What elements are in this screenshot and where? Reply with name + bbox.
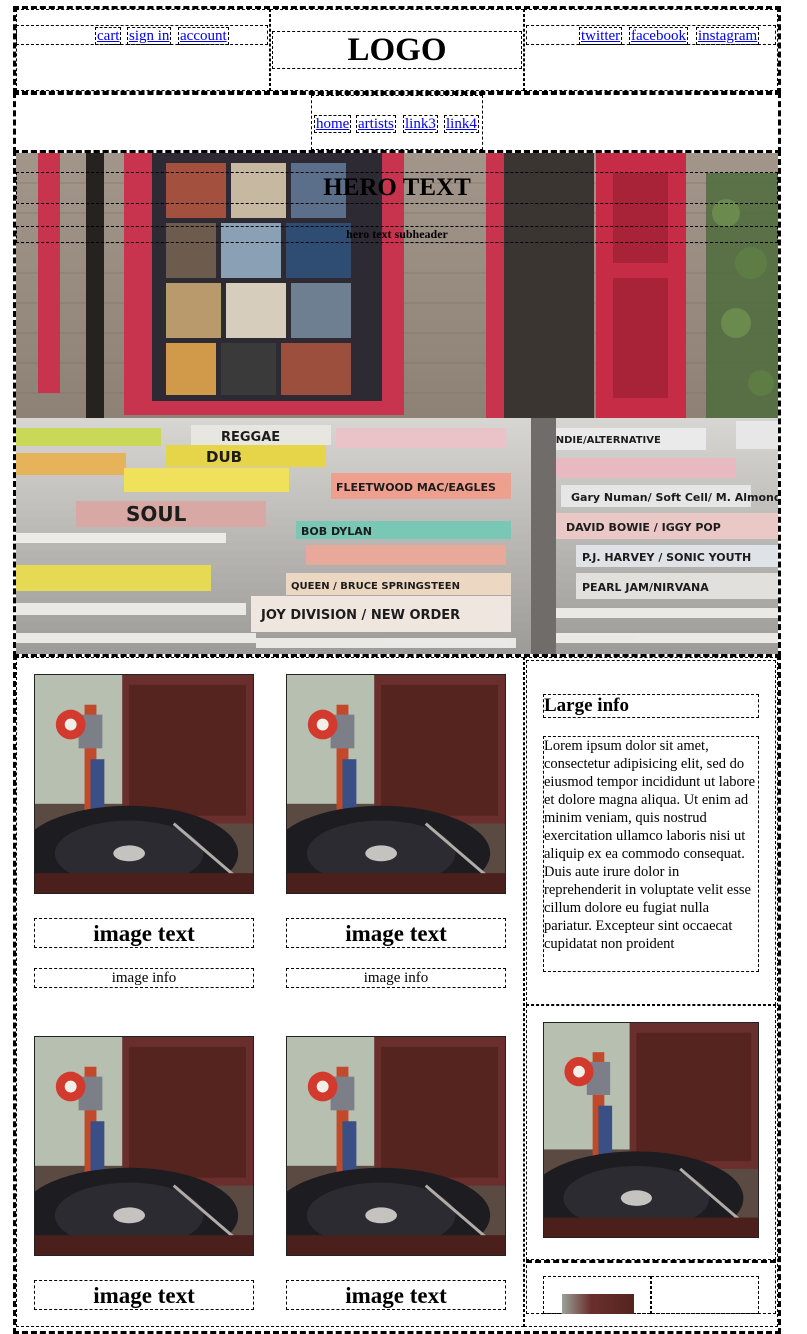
twitter-link[interactable]: twitter [579, 27, 623, 45]
large-info-body: Lorem ipsum dolor sit amet, consectetur … [543, 736, 759, 972]
turntable-photo [544, 1023, 758, 1237]
sidebar-thumb-cell [651, 1276, 759, 1314]
hero-subheader: hero text subheader [346, 227, 448, 241]
account-link[interactable]: account [178, 27, 229, 45]
logo[interactable]: LOGO [272, 31, 522, 69]
product-title: image text [286, 918, 506, 948]
svg-text:Gary Numan/ Soft Cell/ M. Almo: Gary Numan/ Soft Cell/ M. Almond [571, 491, 778, 504]
svg-text:PEARL JAM/NIRVANA: PEARL JAM/NIRVANA [582, 581, 709, 594]
svg-text:FLEETWOOD MAC/EAGLES: FLEETWOOD MAC/EAGLES [336, 481, 496, 494]
svg-text:INDIE/ALTERNATIVE: INDIE/ALTERNATIVE [552, 435, 661, 446]
product-image-turntable[interactable] [286, 1036, 506, 1256]
cart-link[interactable]: cart [95, 27, 122, 45]
logo-text: LOGO [347, 32, 447, 68]
header-left [16, 9, 270, 91]
sidebar-image-turntable[interactable] [543, 1022, 759, 1238]
svg-text:BOB DYLAN: BOB DYLAN [301, 525, 372, 538]
product-info: image info [286, 968, 506, 988]
nav-artists-link[interactable]: artists [356, 115, 396, 133]
instagram-link[interactable]: instagram [696, 27, 760, 45]
svg-text:QUEEN / BRUCE SPRINGSTEEN: QUEEN / BRUCE SPRINGSTEEN [291, 581, 460, 592]
product-title: image text [34, 918, 254, 948]
svg-text:P.J. HARVEY / SONIC YOUTH: P.J. HARVEY / SONIC YOUTH [582, 551, 751, 564]
header-right [524, 9, 778, 91]
product-title: image text [34, 1280, 254, 1310]
turntable-photo [287, 1037, 505, 1255]
svg-text:REGGAE: REGGAE [221, 430, 280, 445]
product-image-turntable[interactable] [34, 674, 254, 894]
nav-link4-link[interactable]: link4 [444, 115, 479, 133]
facebook-link[interactable]: facebook [629, 27, 688, 45]
product-info: image info [34, 968, 254, 988]
turntable-photo [287, 675, 505, 893]
nav-link3-link[interactable]: link3 [403, 115, 438, 133]
large-info-heading: Large info [543, 694, 759, 718]
sign-in-link[interactable]: sign in [127, 27, 172, 45]
svg-text:SOUL: SOUL [126, 502, 187, 526]
svg-text:DAVID BOWIE / IGGY POP: DAVID BOWIE / IGGY POP [566, 521, 721, 534]
turntable-photo [35, 1037, 253, 1255]
nav-home-link[interactable]: home [314, 115, 352, 133]
svg-text:DUB: DUB [206, 448, 242, 466]
product-title: image text [286, 1280, 506, 1310]
product-image-turntable[interactable] [286, 674, 506, 894]
turntable-photo [35, 675, 253, 893]
hero-title: HERO TEXT [323, 174, 471, 201]
sidebar-thumb-image[interactable] [562, 1294, 634, 1314]
svg-text:JOY DIVISION / NEW ORDER: JOY DIVISION / NEW ORDER [260, 608, 460, 623]
product-image-turntable[interactable] [34, 1036, 254, 1256]
